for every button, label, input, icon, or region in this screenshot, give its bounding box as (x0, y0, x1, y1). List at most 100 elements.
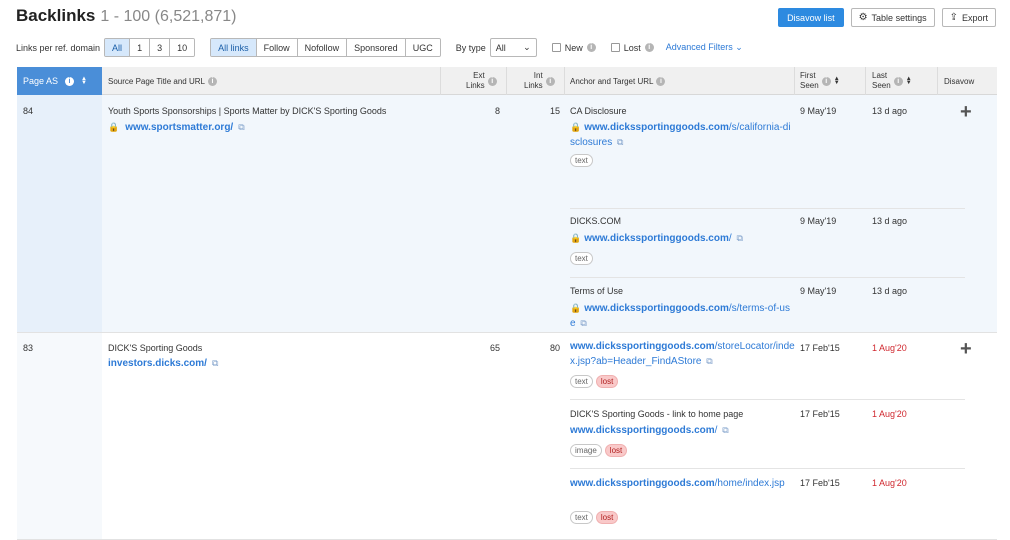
links-per-domain-all[interactable]: All (105, 39, 131, 56)
external-link-icon[interactable]: ⧉ (706, 356, 712, 366)
last-seen-value: 1 Aug'20 (872, 478, 907, 488)
external-link-icon[interactable]: ⧉ (212, 358, 218, 369)
last-seen-value: 1 Aug'20 (872, 343, 907, 353)
disavow-add-button[interactable]: + (960, 102, 972, 122)
col-page-as[interactable]: Page AS i ▲ ▼ (17, 67, 102, 95)
target-url[interactable]: www.dickssportinggoods.com/ ⧉ (570, 423, 795, 438)
tag-lost: lost (595, 375, 619, 388)
new-label: New (564, 42, 583, 53)
info-icon: i (487, 76, 497, 86)
tags: image lost (570, 444, 628, 457)
lock-icon: 🔒 (570, 233, 582, 243)
external-link-icon[interactable]: ⧉ (238, 122, 244, 133)
tag-lost: lost (595, 511, 619, 524)
lock-icon: 🔒 (570, 122, 582, 132)
link-type-sponsored[interactable]: Sponsored (347, 39, 406, 56)
info-icon: i (656, 76, 666, 86)
link-type-follow[interactable]: Follow (256, 39, 298, 56)
first-seen-value: 9 May'19 (800, 286, 837, 296)
link-type-all[interactable]: All links (211, 39, 257, 56)
source-title: Youth Sports Sponsorships | Sports Matte… (108, 106, 387, 116)
results-range: 1 - 100 (6,521,871) (100, 8, 237, 25)
by-type-label: By type (455, 42, 486, 53)
link-type-nofollow[interactable]: Nofollow (297, 39, 348, 56)
links-per-domain-segment: All 1 3 10 (104, 38, 196, 57)
int-links-value: 80 (549, 343, 560, 353)
external-link-icon[interactable]: ⧉ (722, 425, 728, 435)
link-type-ugc[interactable]: UGC (405, 39, 440, 56)
external-link-icon[interactable]: ⧉ (617, 137, 623, 147)
col-last-seen[interactable]: Last Seen i ▲ ▼ (872, 67, 912, 95)
links-per-domain-10[interactable]: 10 (170, 39, 195, 56)
target-url[interactable]: 🔒 www.dickssportinggoods.com/ ⧉ (570, 231, 795, 246)
table-row: 84 Youth Sports Sponsorships | Sports Ma… (17, 95, 997, 349)
lost-filter[interactable]: Lost i (610, 42, 654, 53)
links-per-domain-1[interactable]: 1 (130, 39, 151, 56)
top-actions: Disavow list ⚙ Table settings ⇪ Export (778, 8, 996, 27)
new-checkbox[interactable] (551, 43, 561, 52)
col-int-links: Int Links i (524, 67, 555, 95)
table-header: Page AS i ▲ ▼ Source Page Title and URL i… (17, 67, 997, 95)
target-url[interactable]: www.dickssportinggoods.com/storeLocator/… (570, 339, 795, 369)
info-icon: i (65, 76, 75, 86)
sort-icon: ▲ ▼ (833, 76, 840, 86)
chevron-down-icon: ⌄ (523, 42, 531, 52)
links-per-domain-3[interactable]: 3 (150, 39, 171, 56)
page-header: Backlinks 1 - 100 (6,521,871) (16, 6, 236, 30)
first-seen-value: 17 Feb'15 (800, 409, 840, 419)
anchor-text: CA Disclosure (570, 106, 627, 116)
target-url[interactable]: www.dickssportinggoods.com/home/index.js… (570, 476, 795, 491)
last-seen-value: 13 d ago (872, 106, 908, 116)
lost-label: Lost (623, 42, 641, 53)
source-url[interactable]: 🔒 www.sportsmatter.org/ ⧉ (108, 122, 245, 133)
info-icon: i (545, 76, 555, 86)
source-url[interactable]: investors.dicks.com/ ⧉ (108, 358, 218, 369)
tags: text lost (570, 511, 619, 524)
col-anchor: Anchor and Target URL i (570, 67, 666, 95)
col-first-seen[interactable]: First Seen i ▲ ▼ (800, 67, 840, 95)
last-seen-value: 1 Aug'20 (872, 409, 907, 419)
lock-icon: 🔒 (108, 122, 120, 132)
new-filter[interactable]: New i (551, 42, 596, 53)
table-settings-button[interactable]: ⚙ Table settings (850, 8, 935, 27)
table-row: 83 DICK'S Sporting Goods investors.dicks… (17, 333, 997, 540)
by-type-value: All (495, 42, 506, 53)
info-icon: i (644, 43, 654, 52)
lock-icon: 🔒 (570, 303, 582, 313)
info-icon: i (893, 76, 903, 86)
anchor-text: DICK'S Sporting Goods - link to home pag… (570, 409, 744, 419)
filter-bar: Links per ref. domain All 1 3 10 All lin… (16, 38, 743, 57)
first-seen-value: 17 Feb'15 (800, 343, 840, 353)
by-type-select[interactable]: All ⌄ (489, 38, 537, 57)
info-icon: i (586, 43, 596, 52)
last-seen-value: 13 d ago (872, 216, 908, 226)
ext-links-value: 65 (489, 343, 500, 353)
col-ext-links: Ext Links i (466, 67, 497, 95)
ext-links-value: 8 (494, 106, 500, 116)
external-link-icon[interactable]: ⧉ (736, 233, 742, 243)
advanced-filters-link[interactable]: Advanced Filters ⌄ (666, 42, 743, 53)
lost-checkbox[interactable] (610, 43, 620, 52)
target-url[interactable]: 🔒 www.dickssportinggoods.com/s/terms-of-u… (570, 301, 795, 331)
anchor-text: DICKS.COM (570, 216, 622, 226)
col-source: Source Page Title and URL i (108, 67, 217, 95)
disavow-add-button[interactable]: + (960, 339, 972, 359)
tags: text lost (570, 375, 619, 388)
tags: text (570, 252, 593, 265)
col-disavow: Disavow (944, 76, 975, 86)
tag-text: text (570, 375, 593, 388)
backlinks-table: Page AS i ▲ ▼ Source Page Title and URL i… (17, 67, 997, 540)
disavow-list-button[interactable]: Disavow list (778, 8, 844, 27)
target-url[interactable]: 🔒 www.dickssportinggoods.com/s/california… (570, 120, 795, 150)
export-icon: ⇪ (949, 12, 958, 23)
first-seen-value: 17 Feb'15 (800, 478, 840, 488)
tag-lost: lost (604, 444, 628, 457)
first-seen-value: 9 May'19 (800, 216, 837, 226)
page-as-value: 83 (23, 343, 34, 353)
info-icon: i (207, 76, 217, 86)
export-button[interactable]: ⇪ Export (941, 8, 996, 27)
last-seen-value: 13 d ago (872, 286, 908, 296)
info-icon: i (821, 76, 831, 86)
external-link-icon[interactable]: ⧉ (580, 318, 586, 328)
table-settings-label: Table settings (871, 12, 927, 23)
